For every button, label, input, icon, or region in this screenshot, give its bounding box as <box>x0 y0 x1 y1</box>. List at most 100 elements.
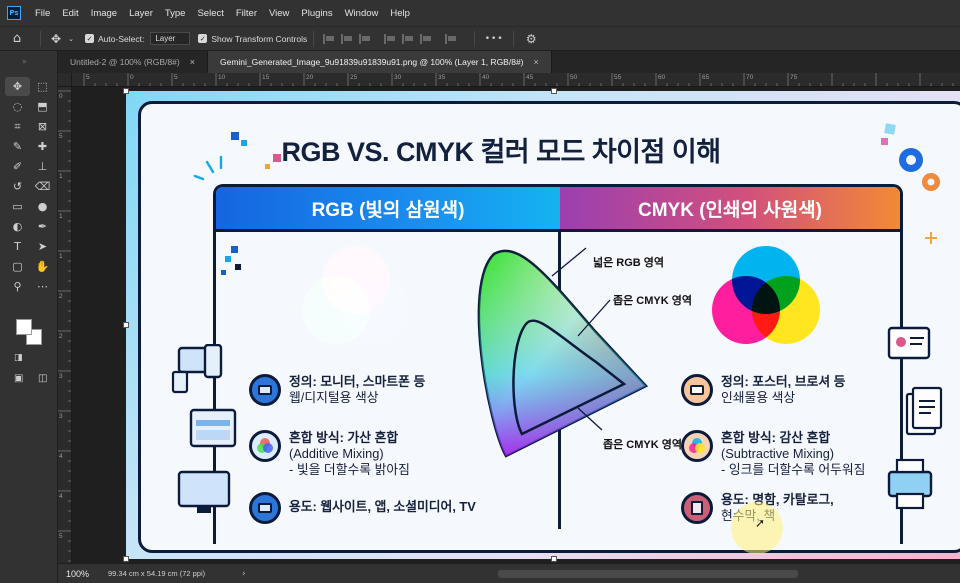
eraser-tool-icon[interactable]: ⌫ <box>30 177 55 196</box>
rectangle-tool-icon[interactable]: ▢ <box>5 257 30 276</box>
object-selection-tool-icon[interactable]: ⬒ <box>30 97 55 116</box>
align-top-icon[interactable] <box>384 33 396 44</box>
rgb-mixing-item: 혼합 방식: 가산 혼합 (Additive Mixing) - 빛을 더할수록… <box>249 430 410 478</box>
marquee-tool-icon[interactable]: ⬚ <box>30 77 55 96</box>
blur-tool-icon[interactable]: ● <box>30 197 55 216</box>
screen-mode-icon[interactable]: ▣ <box>14 373 23 384</box>
tab-untitled-2[interactable]: Untitled-2 @ 100% (RGB/8#) × <box>58 51 208 73</box>
menu-select[interactable]: Select <box>191 0 229 27</box>
eyedropper-tool-icon[interactable]: ✎ <box>5 137 30 156</box>
rgb-mixing-title: 혼합 방식: 가산 혼합 <box>289 430 399 445</box>
ruler-label: 70 <box>746 74 754 81</box>
menu-bar: Ps File Edit Image Layer Type Select Fil… <box>0 0 960 27</box>
menu-file[interactable]: File <box>29 0 56 27</box>
close-icon[interactable]: × <box>190 57 195 67</box>
wide-rgb-gamut-label: 넓은 RGB 영역 <box>593 257 665 269</box>
cmyk-mixing-item: 혼합 방식: 감산 혼합 (Subtractive Mixing) - 잉크를 … <box>681 430 865 478</box>
ruler-label: 35 <box>438 74 446 81</box>
move-tool-icon[interactable]: ✥ <box>47 27 65 51</box>
ruler-label: 4 <box>59 493 63 500</box>
gear-icon[interactable]: ⚙ <box>520 27 542 51</box>
tab-gemini-image[interactable]: Gemini_Generated_Image_9u91839u91839u91.… <box>208 51 552 73</box>
align-center-icon[interactable] <box>341 33 353 44</box>
artboard-icon[interactable]: ◫ <box>38 373 47 384</box>
panel-collapse-icon[interactable]: » <box>22 57 27 66</box>
menu-edit[interactable]: Edit <box>56 0 84 27</box>
hand-tool-icon[interactable]: ✋ <box>30 257 55 276</box>
ruler-label: 65 <box>702 74 710 81</box>
status-menu-arrow[interactable]: › <box>242 569 246 579</box>
divider <box>513 30 515 47</box>
color-swatches[interactable] <box>15 317 49 347</box>
vertical-ruler[interactable]: 0 5 1 1 1 2 2 3 3 4 4 5 <box>58 87 72 563</box>
more-options-icon[interactable]: ••• <box>481 27 507 51</box>
lasso-tool-icon[interactable]: ◌ <box>5 97 30 116</box>
horizontal-ruler-ticks <box>83 73 954 86</box>
auto-select-target-dropdown[interactable]: Layer <box>150 32 191 45</box>
transform-handle[interactable] <box>123 556 129 562</box>
menu-plugins[interactable]: Plugins <box>295 0 338 27</box>
printer-icon <box>681 374 713 406</box>
zoom-tool-icon[interactable]: ⚲ <box>5 277 30 296</box>
frame-tool-icon[interactable]: ⊠ <box>30 117 55 136</box>
foreground-color-swatch[interactable] <box>16 319 32 335</box>
menu-window[interactable]: Window <box>339 0 385 27</box>
tab-label: Untitled-2 @ 100% (RGB/8#) <box>70 57 180 67</box>
history-brush-tool-icon[interactable]: ↺ <box>5 177 30 196</box>
auto-select-checkbox[interactable]: ✓ Auto-Select: <box>85 34 144 44</box>
cmyk-usage-title: 용도: 명함, 카탈로그, <box>721 492 834 507</box>
align-middle-icon[interactable] <box>402 33 414 44</box>
pen-tool-icon[interactable]: ✒ <box>30 217 55 236</box>
distribute-icon[interactable] <box>445 33 457 44</box>
horizontal-scrollbar[interactable] <box>498 570 798 578</box>
divider <box>474 30 476 47</box>
menu-view[interactable]: View <box>263 0 295 27</box>
quick-mask-icon[interactable]: ◨ <box>14 353 23 363</box>
document-canvas[interactable]: RGB VS. CMYK 컬러 모드 차이점 이해 RGB (빛의 삼원색) C… <box>123 88 960 562</box>
zoom-level[interactable]: 100% <box>58 569 108 579</box>
ruler-origin[interactable] <box>58 73 72 87</box>
horizontal-ruler[interactable]: 5 0 5 10 15 20 25 30 35 40 45 50 55 60 6… <box>72 73 960 87</box>
close-icon[interactable]: × <box>534 57 539 67</box>
rgb-header: RGB (빛의 삼원색) <box>216 187 560 229</box>
canvas-pasteboard[interactable]: RGB VS. CMYK 컬러 모드 차이점 이해 RGB (빛의 삼원색) C… <box>72 87 960 563</box>
path-selection-tool-icon[interactable]: ➤ <box>30 237 55 256</box>
align-bottom-icon[interactable] <box>420 33 432 44</box>
menu-type[interactable]: Type <box>159 0 192 27</box>
clone-stamp-tool-icon[interactable]: ⊥ <box>30 157 55 176</box>
menu-layer[interactable]: Layer <box>123 0 159 27</box>
ruler-label: 60 <box>658 74 666 81</box>
rgb-usage-item: 용도: 웹사이트, 앱, 소셜미디어, TV <box>249 492 476 524</box>
ruler-label: 25 <box>350 74 358 81</box>
gradient-tool-icon[interactable]: ▭ <box>5 197 30 216</box>
show-transform-controls-checkbox[interactable]: ✓ Show Transform Controls <box>198 34 307 44</box>
transform-handle[interactable] <box>551 88 557 94</box>
dodge-tool-icon[interactable]: ◐ <box>5 217 30 236</box>
align-right-icon[interactable] <box>359 33 371 44</box>
divider <box>40 30 41 47</box>
divider <box>313 30 315 47</box>
ruler-label: 0 <box>59 93 63 100</box>
menu-filter[interactable]: Filter <box>230 0 263 27</box>
menu-help[interactable]: Help <box>384 0 416 27</box>
crop-tool-icon[interactable]: ⌗ <box>5 117 30 136</box>
menu-image[interactable]: Image <box>85 0 123 27</box>
brush-tool-icon[interactable]: ✐ <box>5 157 30 176</box>
tools-panel: » ✥ ⬚ ◌ ⬒ ⌗ ⊠ ✎ ✚ ✐ ⊥ ↺ ⌫ ▭ ● ◐ ✒ T ➤ ▢ … <box>0 51 58 583</box>
move-tool-icon[interactable]: ✥ <box>5 77 30 96</box>
transform-handle[interactable] <box>123 88 129 94</box>
auto-select-label: Auto-Select: <box>98 33 145 44</box>
display-icon <box>249 492 281 524</box>
chevron-down-icon[interactable]: ⌄ <box>65 27 77 51</box>
type-tool-icon[interactable]: T <box>5 237 30 256</box>
edit-toolbar-icon[interactable]: ⋯ <box>30 277 55 296</box>
document-info[interactable]: 99.34 cm x 54.19 cm (72 ppi) <box>108 569 238 578</box>
home-icon[interactable]: ⌂ <box>0 27 34 51</box>
healing-brush-tool-icon[interactable]: ✚ <box>30 137 55 156</box>
transform-handle[interactable] <box>551 556 557 562</box>
transform-handle[interactable] <box>123 322 129 328</box>
ruler-label: 3 <box>59 413 63 420</box>
show-transform-controls-label: Show Transform Controls <box>211 33 308 44</box>
align-left-icon[interactable] <box>323 33 335 44</box>
ruler-label: 40 <box>482 74 490 81</box>
